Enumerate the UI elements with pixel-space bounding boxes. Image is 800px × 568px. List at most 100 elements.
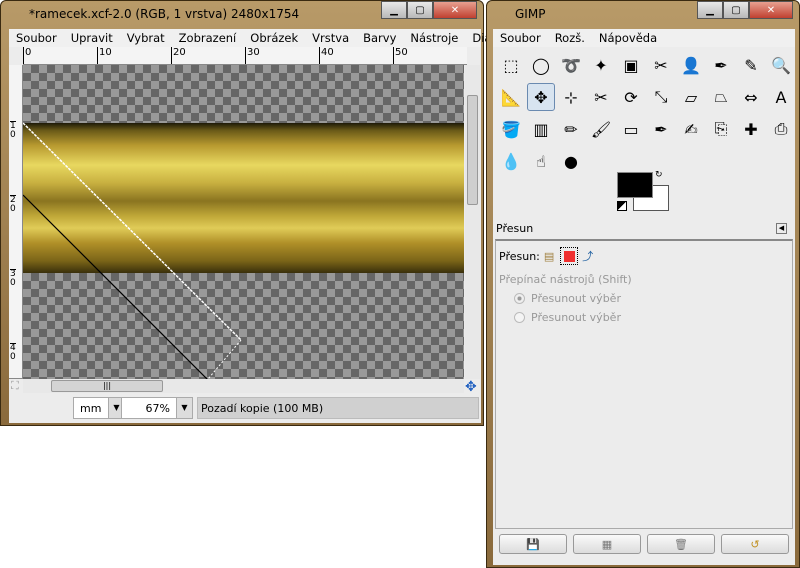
text-icon: A [775, 87, 787, 107]
image-window: *ramecek.xcf-2.0 (RGB, 1 vrstva) 2480x17… [0, 0, 558, 426]
default-colors-icon[interactable] [617, 201, 627, 211]
maximize-button[interactable]: ▢ [723, 1, 749, 19]
tool-paths[interactable]: ✒ [707, 51, 735, 79]
close-button[interactable]: ✕ [433, 1, 477, 19]
ruler-label: 2 0 [10, 195, 16, 214]
swap-colors-icon[interactable]: ↻ [655, 170, 663, 180]
ruler-horizontal[interactable]: 0 10 20 30 40 50 [23, 47, 467, 65]
perspective-icon: ⏢ [714, 87, 728, 106]
save-options-button[interactable]: 💾 [499, 534, 567, 554]
tool-rect-select[interactable]: ⬚ [497, 51, 525, 79]
tool-free-select[interactable]: ➰ [557, 51, 585, 79]
align-icon: ⊹ [564, 87, 578, 107]
reset-options-button[interactable]: ↺ [721, 534, 789, 554]
tool-eraser[interactable]: ▭ [617, 115, 645, 143]
unit-value: mm [80, 402, 102, 415]
smudge-icon: ☝ [536, 151, 546, 171]
ruler-label: 10 [97, 47, 112, 64]
foreground-color-swatch[interactable] [617, 172, 653, 198]
move-selection-icon[interactable] [560, 247, 579, 265]
navigate-icon[interactable]: ✥ [465, 379, 477, 395]
tool-zoom[interactable]: 🔍 [767, 51, 795, 79]
tool-clone[interactable]: ⎘ [707, 115, 735, 143]
window-title: *ramecek.xcf-2.0 (RGB, 1 vrstva) 2480x17… [29, 7, 300, 21]
ruler-label: 40 [319, 47, 334, 64]
tool-move[interactable]: ✥ [527, 83, 555, 111]
menu-item[interactable]: Nápověda [592, 31, 664, 45]
scale-icon: ⤡ [654, 87, 668, 106]
tool-shear[interactable]: ▱ [677, 83, 705, 111]
rect-select-icon: ⬚ [503, 55, 519, 75]
menu-soubor[interactable]: Soubor [9, 31, 64, 45]
tool-dodge[interactable]: ● [557, 147, 585, 175]
selection-outline [23, 122, 242, 379]
chevron-down-icon: ▼ [176, 398, 192, 418]
tool-by-color-select[interactable]: ▣ [617, 51, 645, 79]
blend-icon: ▥ [533, 119, 549, 139]
tool-scissors[interactable]: ✂ [647, 51, 675, 79]
move-label: Přesun: [499, 249, 540, 263]
tool-blur[interactable]: 💧 [497, 147, 525, 175]
move-path-icon[interactable]: ⤴ [582, 248, 593, 264]
menu-vybrat[interactable]: Vybrat [120, 31, 172, 45]
menu-zobrazení[interactable]: Zobrazení [172, 31, 244, 45]
quick-mask-icon[interactable]: ⛶ [11, 379, 19, 393]
tool-options-header: Přesun ◀ [493, 221, 795, 237]
move-layer-icon[interactable]: ▤ [544, 250, 554, 263]
tool-text[interactable]: A [767, 83, 795, 111]
panel-menu-icon[interactable]: ◀ [776, 223, 787, 234]
tool-ink[interactable]: ✍ [677, 115, 705, 143]
horizontal-scrollbar[interactable]: ||| [23, 379, 464, 393]
tool-flip[interactable]: ⇔ [737, 83, 765, 111]
tool-paintbrush[interactable]: 🖌 [587, 115, 615, 143]
maximize-button[interactable]: ▢ [407, 1, 433, 19]
zoom-select[interactable]: 67% ▼ [121, 397, 193, 419]
delete-options-button[interactable]: 🗑 [647, 534, 715, 554]
tool-align[interactable]: ⊹ [557, 83, 585, 111]
radio-option[interactable]: Přesunout výběr [514, 311, 792, 324]
menu-vrstva[interactable]: Vrstva [305, 31, 356, 45]
title-bar: *ramecek.xcf-2.0 (RGB, 1 vrstva) 2480x17… [1, 1, 483, 29]
tool-airbrush[interactable]: ✒ [647, 115, 675, 143]
bucket-fill-icon: 🪣 [501, 119, 521, 139]
vertical-scrollbar[interactable] [465, 65, 480, 379]
tool-crop[interactable]: ✂ [587, 83, 615, 111]
ruler-label: 1 0 [10, 121, 16, 140]
close-button[interactable]: ✕ [749, 1, 793, 19]
restore-options-button[interactable]: ▦ [573, 534, 641, 554]
menu-barvy[interactable]: Barvy [356, 31, 403, 45]
menu-item[interactable]: Soubor [493, 31, 548, 45]
tool-ellipse-select[interactable]: ◯ [527, 51, 555, 79]
move-icon: ✥ [534, 87, 548, 107]
minimize-button[interactable]: ▁ [697, 1, 723, 19]
radio-label: Přesunout výběr [531, 292, 621, 305]
tool-color-picker[interactable]: ✎ [737, 51, 765, 79]
by-color-select-icon: ▣ [623, 55, 639, 75]
radio-label: Přesunout výběr [531, 311, 621, 324]
image-canvas[interactable] [23, 65, 464, 379]
tool-fuzzy-select[interactable]: ✦ [587, 51, 615, 79]
tool-rotate[interactable]: ⟳ [617, 83, 645, 111]
tool-perspective[interactable]: ⏢ [707, 83, 735, 111]
menu-upravit[interactable]: Upravit [64, 31, 120, 45]
tool-foreground-select[interactable]: 👤 [677, 51, 705, 79]
ruler-label: 4 0 [10, 343, 16, 362]
menu-bar: Soubor Upravit Vybrat Zobrazení Obrázek Vrstv… [9, 29, 558, 47]
tool-switch-label: Přepínač nástrojů (Shift) [499, 273, 632, 286]
radio-option[interactable]: Přesunout výběr [514, 292, 792, 305]
tool-scale[interactable]: ⤡ [647, 83, 675, 111]
tool-perspective-clone[interactable]: ⎙ [767, 115, 795, 143]
paths-icon: ✒ [714, 55, 728, 75]
tool-blend[interactable]: ▥ [527, 115, 555, 143]
unit-select[interactable]: mm ▼ [73, 397, 125, 419]
tool-pencil[interactable]: ✏ [557, 115, 585, 143]
menu-nástroje[interactable]: Nástroje [403, 31, 465, 45]
tool-measure[interactable]: 📐 [497, 83, 525, 111]
tool-heal[interactable]: ✚ [737, 115, 765, 143]
tool-smudge[interactable]: ☝ [527, 147, 555, 175]
tool-bucket-fill[interactable]: 🪣 [497, 115, 525, 143]
menu-obrázek[interactable]: Obrázek [243, 31, 305, 45]
menu-item[interactable]: Rozš. [548, 31, 592, 45]
minimize-button[interactable]: ▁ [381, 1, 407, 19]
ruler-vertical[interactable]: 1 0 2 0 3 0 4 0 [9, 65, 23, 379]
